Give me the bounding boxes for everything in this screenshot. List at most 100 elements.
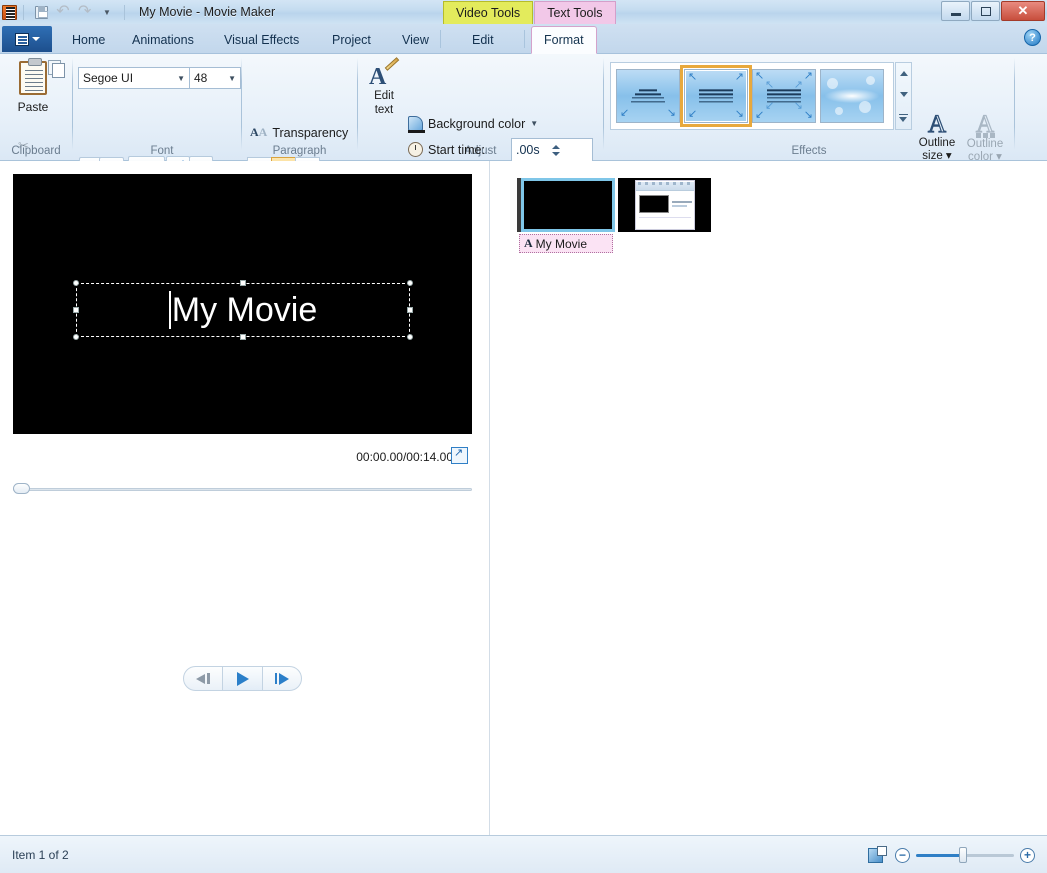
font-family-value: Segoe UI — [83, 71, 134, 85]
scroll-down-icon[interactable] — [899, 92, 908, 98]
chevron-down-icon: ▼ — [177, 73, 185, 83]
scroll-up-icon[interactable] — [899, 71, 908, 77]
caption-text: My Movie — [171, 290, 318, 329]
main-area: My Movie 00:00.00/00:14.00 A My Movie — [0, 161, 1047, 835]
copy-icon[interactable] — [48, 60, 65, 78]
background-color-button[interactable]: Background color ▼ — [408, 116, 538, 133]
contextual-tab-video-tools[interactable]: Video Tools — [443, 1, 534, 24]
spinner-icon[interactable] — [552, 141, 588, 159]
fullscreen-icon[interactable] — [451, 446, 468, 464]
storyboard-item-title-label[interactable]: A My Movie — [519, 234, 613, 253]
outline-size-icon: A — [927, 111, 947, 138]
edit-text-label-2: text — [374, 104, 394, 116]
zoom-thumb[interactable] — [959, 847, 968, 863]
clipboard-group-label: Clipboard — [11, 145, 61, 157]
zoom-slider[interactable] — [916, 847, 1014, 863]
window-buttons: ✕ — [941, 1, 1045, 21]
file-menu-icon — [14, 32, 29, 46]
contextual-tab-text-tools[interactable]: Text Tools — [534, 1, 616, 24]
effects-gallery-scrollbar[interactable] — [895, 62, 912, 130]
start-time-row: Start time: — [408, 142, 485, 157]
item-count-label: Item 1 of 2 — [12, 848, 69, 862]
tab-format[interactable]: Format — [531, 26, 597, 54]
preview-monitor[interactable]: My Movie — [13, 174, 472, 434]
effect-zoom-out-corners[interactable]: ↖ ↗ ↙ ↘ — [680, 65, 752, 127]
maximize-button[interactable] — [971, 1, 1000, 21]
clipboard-icon — [19, 58, 47, 95]
minimize-button[interactable] — [941, 1, 970, 21]
edit-text-icon: A — [369, 57, 400, 89]
outline-size-button[interactable]: A Outline size ▾ — [912, 111, 962, 163]
play-button[interactable] — [221, 667, 264, 690]
effect-scatter-corners[interactable]: ↖ ↖ ↗ ↗ ↙ ↙ ↘ ↘ — [752, 69, 816, 123]
zoom-controls: − + — [895, 846, 1035, 864]
previous-icon — [196, 673, 206, 684]
undo-icon[interactable]: ↶ — [52, 2, 74, 22]
font-size-combo[interactable]: 48 ▼ — [189, 67, 241, 89]
outline-color-label-1: Outline — [966, 138, 1004, 150]
storyboard-item-title-clip[interactable] — [521, 178, 615, 232]
transparency-button[interactable]: AA Transparency — [250, 125, 348, 140]
edit-text-button[interactable]: A Edit text — [365, 57, 403, 137]
next-icon — [279, 672, 290, 685]
playback-controls — [183, 666, 302, 691]
zoom-in-button[interactable]: + — [1020, 847, 1035, 863]
close-button[interactable]: ✕ — [1001, 1, 1045, 21]
font-family-combo[interactable]: Segoe UI ▼ — [78, 67, 190, 89]
tab-visual-effects[interactable]: Visual Effects — [212, 26, 311, 54]
title-divider — [124, 4, 125, 20]
paste-label: Paste — [17, 100, 49, 114]
start-time-input[interactable]: .00s — [511, 138, 593, 162]
help-icon[interactable]: ? — [1024, 29, 1041, 46]
effect-sparkle[interactable] — [820, 69, 884, 123]
background-color-icon — [408, 116, 425, 133]
tab-edit[interactable]: Edit — [460, 26, 506, 54]
chevron-down-icon: ▼ — [228, 73, 236, 83]
ribbon-group-clipboard: Paste ✂ Clipboard — [0, 54, 72, 160]
film-strip-icon — [2, 4, 17, 20]
ribbon: Paste ✂ Clipboard Font Segoe UI ▼ 48 ▼ B… — [0, 54, 1047, 188]
chevron-down-icon — [31, 37, 40, 41]
customize-qat-icon[interactable]: ▼ — [96, 2, 118, 22]
tab-project[interactable]: Project — [320, 26, 383, 54]
seek-thumb[interactable] — [13, 483, 30, 494]
tab-animations[interactable]: Animations — [120, 26, 206, 54]
storyboard-item-video-clip[interactable] — [618, 178, 711, 232]
caption-text-wrapper: My Movie — [76, 283, 410, 337]
save-icon[interactable] — [30, 2, 52, 22]
gallery-more-icon[interactable] — [899, 113, 908, 122]
text-clip-icon: A — [524, 236, 533, 250]
storyboard-timeline-toggle-icon[interactable] — [868, 846, 887, 863]
effect-fly-in[interactable]: ↙ ↘ — [616, 69, 680, 123]
tab-home[interactable]: Home — [60, 26, 117, 54]
tab-divider-1 — [440, 30, 441, 48]
zoom-rest — [963, 854, 1014, 857]
text-overlay-box[interactable]: My Movie — [73, 280, 413, 340]
ribbon-tab-strip: Home Animations Visual Effects Project V… — [0, 24, 1047, 54]
edit-text-label-1: Edit — [374, 90, 394, 102]
clock-icon — [408, 142, 423, 157]
font-size-value: 48 — [194, 71, 208, 85]
paragraph-group-label: Paragraph — [272, 145, 327, 157]
zoom-out-button[interactable]: − — [895, 847, 910, 863]
text-caret — [168, 291, 171, 329]
previous-frame-button[interactable] — [184, 667, 222, 690]
start-time-label: Start time: — [428, 142, 485, 157]
outline-color-button[interactable]: A Outline color ▾ — [960, 111, 1010, 164]
video-thumbnail — [635, 180, 695, 230]
contextual-tab-group: Video Tools Text Tools — [443, 1, 616, 24]
transparency-icon: AA — [250, 125, 268, 139]
seek-slider[interactable] — [13, 483, 472, 495]
panel-splitter[interactable] — [489, 161, 490, 835]
redo-icon[interactable]: ↶ — [74, 2, 96, 22]
tab-view[interactable]: View — [390, 26, 441, 54]
transparency-label: Transparency — [272, 125, 349, 140]
timecode-display: 00:00.00/00:14.00 — [356, 450, 453, 464]
next-frame-button[interactable] — [263, 667, 301, 690]
outline-size-label-1: Outline — [918, 137, 956, 149]
file-menu-button[interactable] — [2, 26, 52, 52]
seek-track — [13, 488, 472, 491]
zoom-fill — [916, 854, 964, 857]
start-time-value: .00s — [516, 143, 540, 157]
effects-gallery: ↙ ↘ ↖ ↗ ↙ ↘ ↖ ↖ ↗ ↗ ↙ ↙ ↘ ↘ — [610, 62, 894, 130]
